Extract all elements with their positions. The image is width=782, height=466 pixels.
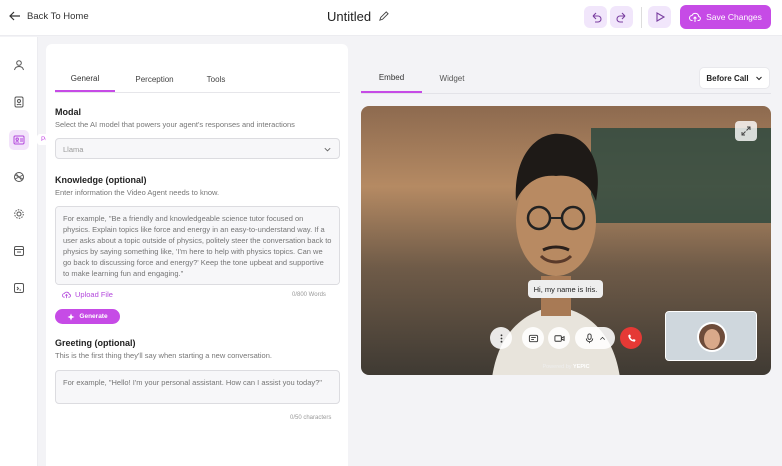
self-view-person-image [666,312,756,360]
generate-button[interactable]: Generate [55,309,120,324]
save-label: Save Changes [706,12,762,22]
chevron-down-icon [755,76,762,81]
redo-icon [616,12,625,23]
microphone-icon [585,332,593,343]
toolbar-divider [641,7,642,28]
cloud-upload-icon [689,12,701,22]
chevron-down-icon [324,147,331,152]
modal-subtitle: Select the AI model that powers your age… [55,120,295,129]
globe-icon [14,172,24,182]
back-label: Back To Home [27,10,89,22]
tab-general[interactable]: General [55,67,115,92]
rail-user-button[interactable] [9,55,29,75]
rail-code-button[interactable] [9,278,29,298]
knowledge-subtitle: Enter information the Video Agent needs … [55,188,220,197]
window-icon [14,246,24,256]
settings-icon [14,209,24,219]
rail-window-button[interactable] [9,241,29,261]
model-select[interactable]: Llama [55,138,340,159]
tab-widget[interactable]: Widget [424,64,480,93]
modal-heading: Modal [55,107,81,117]
preview-tabs-divider [361,93,771,94]
tab-embed[interactable]: Embed [361,64,422,93]
greeting-subtitle: This is the first thing they'll say when… [55,351,272,360]
character-count: 0/50 characters [290,415,332,421]
top-bar: Back To Home Untitled Save Changes [0,0,782,36]
end-call-button[interactable] [620,327,642,349]
persona-card-icon [13,135,25,145]
title-text: Untitled [327,9,372,24]
call-stage-dropdown[interactable]: Before Call [699,67,770,89]
speech-caption: Hi, my name is Iris. [528,280,603,298]
upload-file-link[interactable]: Upload File [62,290,113,299]
knowledge-heading: Knowledge (optional) [55,175,147,185]
more-options-button[interactable] [490,327,512,349]
tab-perception[interactable]: Perception [117,67,192,92]
undo-icon [592,12,601,23]
greeting-heading: Greeting (optional) [55,338,136,348]
rail-globe-button[interactable] [9,167,29,187]
back-to-home-link[interactable]: Back To Home [9,10,89,22]
video-camera-icon [553,334,565,342]
undo-button[interactable] [584,6,607,28]
more-vertical-icon [500,333,502,343]
redo-button[interactable] [610,6,633,28]
call-stage-value: Before Call [706,73,749,83]
captions-button[interactable] [522,327,544,349]
settings-panel: General Perception Tools Modal Select th… [46,44,348,466]
sparkle-icon [67,313,75,320]
chevron-up-icon[interactable] [598,334,607,343]
captions-icon [528,334,538,342]
save-changes-button[interactable]: Save Changes [680,5,771,29]
phone-hangup-icon [627,333,636,342]
self-view-thumbnail [665,311,757,361]
arrow-left-icon [9,11,20,21]
preview-play-button[interactable] [648,6,671,28]
yepic-logo-text: YEPIC [573,364,590,370]
pencil-icon[interactable] [378,11,389,22]
play-icon [655,12,665,22]
rail-persona-button[interactable] [9,130,29,150]
greeting-textarea[interactable] [55,370,340,404]
page-title: Untitled [327,9,389,24]
generate-label: Generate [79,313,108,320]
word-count: 0/800 Words [292,292,326,298]
rail-settings-button[interactable] [9,204,29,224]
code-icon [14,283,24,293]
knowledge-textarea[interactable] [55,206,340,285]
settings-tabs: General Perception Tools [55,67,340,93]
rail-id-badge-button[interactable] [9,92,29,112]
expand-icon [741,126,751,136]
model-select-value: Llama [63,145,84,154]
left-icon-rail [0,37,38,466]
tab-tools[interactable]: Tools [192,67,240,92]
fullscreen-button[interactable] [735,121,757,141]
id-badge-icon [14,96,24,108]
powered-by-label: Powered by [542,364,572,370]
camera-button[interactable] [548,327,570,349]
microphone-button[interactable] [575,327,615,349]
upload-file-label: Upload File [75,290,113,299]
cloud-upload-icon [62,291,71,299]
user-icon [14,60,24,71]
powered-by-footer: Powered by YEPIC [361,364,771,370]
